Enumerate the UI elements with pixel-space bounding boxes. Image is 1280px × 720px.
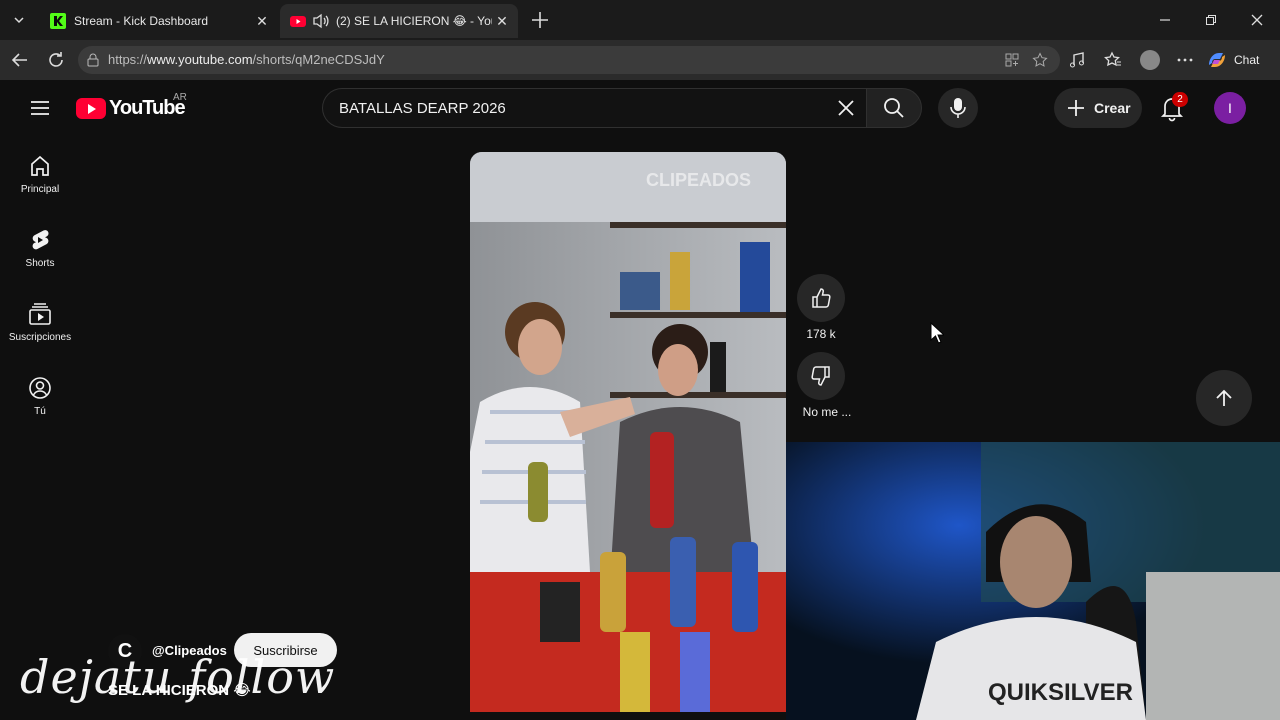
speaker-icon[interactable] [312, 13, 330, 29]
address-bar[interactable]: https://www.youtube.com/shorts/qM2neCDSJ… [78, 46, 1060, 74]
arrow-up-icon [1216, 389, 1232, 406]
follow-overlay-text: dejatu follow [20, 650, 336, 704]
short-video-player[interactable]: CLIPEADOS [470, 152, 786, 712]
sidebar-item-label: Shorts [25, 258, 55, 269]
like-button[interactable] [797, 274, 845, 322]
restore-icon [1206, 15, 1216, 25]
tab-youtube-short[interactable]: (2) SE LA HICIERON 😂 - YouTube ✕ [280, 4, 518, 38]
search-icon [884, 98, 904, 118]
search-button[interactable] [866, 88, 922, 128]
reload-icon [49, 52, 63, 67]
thumbs-up-icon [812, 288, 831, 308]
create-button[interactable]: Crear [1054, 88, 1142, 128]
close-icon [1251, 14, 1263, 26]
chat-label: Chat [1234, 53, 1260, 67]
dislike-label: No me ... [802, 405, 852, 419]
tab-actions-button[interactable] [4, 6, 34, 34]
youtube-header: YouTube AR BATALLAS DEARP 2026 Crear 2 I [0, 84, 1280, 132]
sidebar-item-label: Tú [34, 406, 46, 417]
dislike-button[interactable] [797, 352, 845, 400]
reload-button[interactable] [44, 48, 68, 72]
like-count: 178 k [806, 327, 836, 341]
restore-button[interactable] [1188, 0, 1234, 40]
tab-kick-dashboard[interactable]: Stream - Kick Dashboard ✕ [40, 4, 278, 38]
more-options-icon[interactable] [1176, 51, 1194, 69]
clear-search-icon[interactable] [836, 98, 856, 118]
search-query: BATALLAS DEARP 2026 [339, 100, 506, 117]
browser-toolbar: https://www.youtube.com/shorts/qM2neCDSJ… [0, 40, 1280, 80]
sidebar-item-label: Suscripciones [8, 332, 72, 343]
menu-icon[interactable] [28, 96, 52, 120]
minimize-button[interactable] [1142, 0, 1188, 40]
search-input[interactable]: BATALLAS DEARP 2026 [322, 88, 866, 128]
kick-icon [50, 13, 66, 29]
app-available-icon[interactable] [1004, 52, 1020, 68]
video-frame [470, 152, 786, 712]
new-tab-icon[interactable] [528, 8, 552, 32]
sidebar-item-suscripciones[interactable]: Suscripciones [4, 280, 76, 354]
home-icon [31, 155, 49, 176]
sidebar-item-tu[interactable]: Tú [4, 354, 76, 428]
create-label: Crear [1094, 100, 1131, 116]
arrow-left-icon [11, 53, 27, 67]
tab-title: Stream - Kick Dashboard [74, 14, 209, 28]
media-control-icon[interactable] [1068, 51, 1086, 69]
favorites-icon[interactable] [1104, 51, 1122, 69]
chevron-down-icon [14, 17, 24, 24]
youtube-play-icon [76, 98, 106, 119]
close-window-button[interactable] [1234, 0, 1280, 40]
close-tab-icon[interactable]: ✕ [252, 13, 272, 30]
youtube-icon [290, 16, 306, 27]
minimize-icon [1160, 19, 1170, 21]
thumbs-down-icon [811, 366, 830, 386]
notifications-button[interactable]: 2 [1158, 92, 1188, 122]
voice-search-button[interactable] [938, 88, 978, 128]
profile-avatar[interactable] [1140, 50, 1160, 70]
copilot-icon [1209, 53, 1225, 67]
account-avatar[interactable]: I [1214, 92, 1246, 124]
sidebar-item-principal[interactable]: Principal [4, 132, 76, 206]
close-tab-icon[interactable]: ✕ [492, 13, 512, 30]
screen: Stream - Kick Dashboard ✕ (2) SE LA HICI… [0, 0, 1280, 720]
youtube-logo[interactable]: YouTube [76, 97, 186, 120]
shirt-text: QUIKSILVER [988, 679, 1133, 706]
site-info-icon[interactable] [86, 53, 100, 67]
mouse-cursor-icon [930, 322, 944, 344]
browser-tab-strip: Stream - Kick Dashboard ✕ (2) SE LA HICI… [0, 0, 1280, 40]
streamer-webcam-image: QUIKSILVER [786, 442, 1280, 720]
notification-badge: 2 [1172, 92, 1188, 107]
plus-icon [1068, 100, 1084, 116]
country-code: AR [173, 92, 187, 103]
video-watermark: CLIPEADOS [646, 170, 752, 190]
tab-title: (2) SE LA HICIERON 😂 - YouTube [336, 14, 492, 28]
favorite-star-icon[interactable] [1032, 52, 1048, 68]
subscriptions-icon [29, 303, 51, 325]
sidebar-item-label: Principal [20, 184, 60, 195]
you-icon [29, 377, 51, 399]
url-text: https://www.youtube.com/shorts/qM2neCDSJ… [108, 52, 385, 67]
webcam-overlay: QUIKSILVER [786, 442, 1280, 720]
previous-short-button[interactable] [1196, 370, 1252, 426]
shorts-icon [32, 230, 49, 250]
back-button[interactable] [8, 48, 32, 72]
copilot-chat-button[interactable]: Chat [1206, 46, 1274, 74]
sidebar-item-shorts[interactable]: Shorts [4, 206, 76, 280]
microphone-icon [950, 98, 966, 118]
